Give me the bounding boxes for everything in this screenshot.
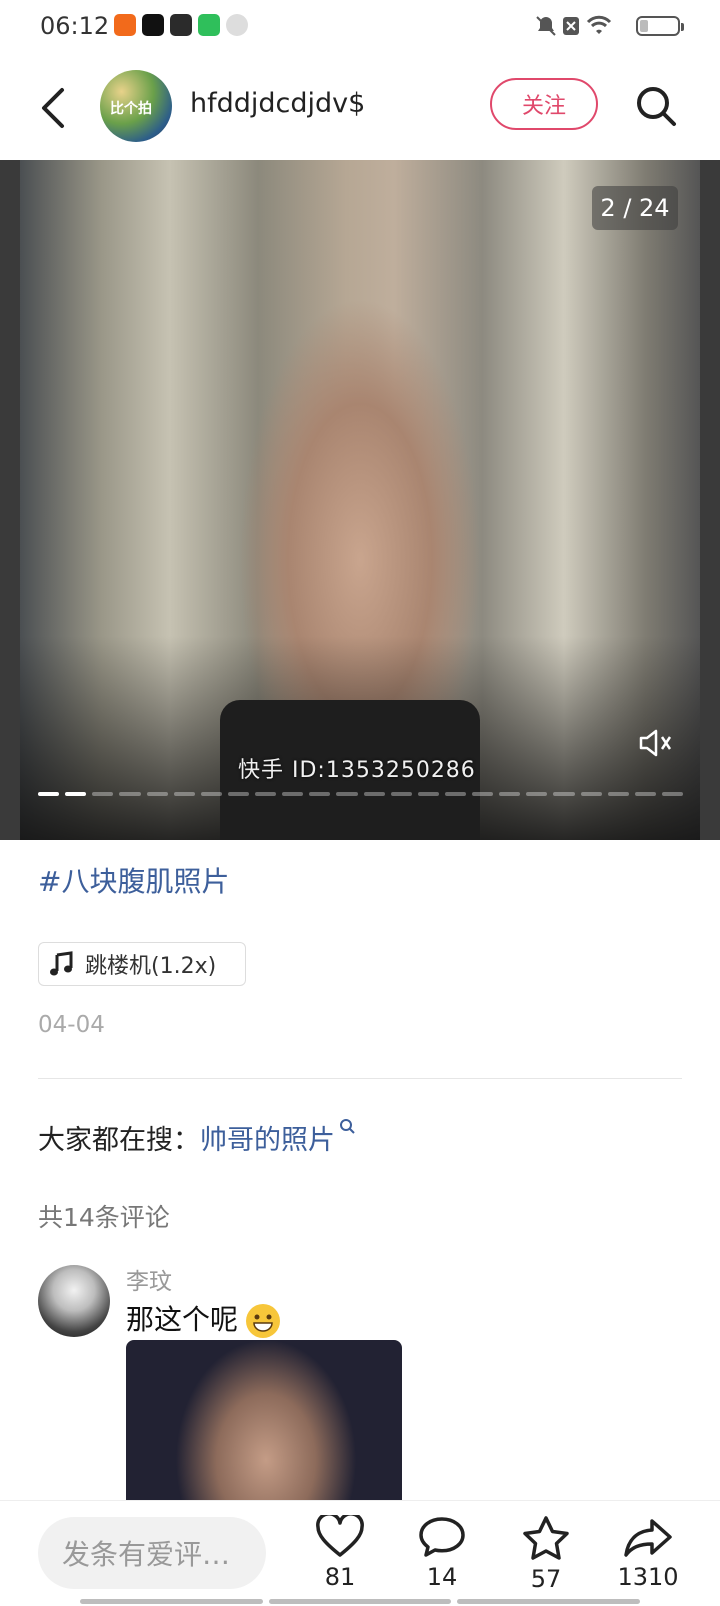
post-date: 04-04 (38, 1012, 105, 1038)
speaker-icon[interactable] (638, 728, 672, 758)
battery-icon (636, 16, 684, 36)
avatar-text: 比个拍 (110, 101, 152, 117)
favorite-count: 57 (530, 1565, 562, 1593)
share-count: 1310 (617, 1563, 679, 1591)
carousel-segment (634, 792, 656, 796)
carousel-progress (38, 792, 683, 798)
photo-counter: 2 / 24 (592, 186, 678, 230)
status-bar: 06:12 (0, 0, 720, 56)
post-header: 比个拍 hfddjdcdjdv$ 关注 (0, 56, 720, 160)
carousel-segment (390, 792, 412, 796)
carousel-segment (282, 792, 304, 796)
heart-icon (316, 1515, 364, 1557)
carousel-segment (417, 792, 439, 796)
music-tag[interactable]: 跳楼机(1.2x) (38, 942, 246, 986)
link-icon (226, 14, 248, 36)
author-username[interactable]: hfddjdcdjdv$ (190, 88, 365, 119)
search-icon[interactable] (634, 84, 678, 128)
mute-bell-icon (536, 16, 556, 36)
carousel-segment (146, 792, 168, 796)
carousel-segment (499, 792, 521, 796)
photo-watermark: 快手 ID:1353250286 (238, 758, 476, 783)
carousel-segment (472, 792, 494, 796)
comment-text-content: 那这个呢 (126, 1303, 239, 1336)
carousel-segment (119, 792, 141, 796)
carousel-segment (553, 792, 575, 796)
sim-icon (563, 17, 579, 35)
comment-text: 那这个呢 (126, 1298, 281, 1338)
music-note-icon (50, 951, 73, 976)
douyin-icon (142, 14, 164, 36)
carousel-segment (309, 792, 331, 796)
gallery-icon (170, 14, 192, 36)
carousel-segment (65, 792, 87, 796)
carousel-segment (38, 792, 60, 796)
hashtag-link[interactable]: #八块腹肌照片 (38, 860, 229, 900)
favorite-button[interactable]: 57 (506, 1515, 586, 1601)
share-button[interactable]: 1310 (608, 1515, 688, 1601)
divider (38, 1078, 682, 1079)
comments-count: 共14条评论 (38, 1203, 170, 1232)
iqiyi-icon (198, 14, 220, 36)
photo-carousel[interactable]: 2 / 24 快手 ID:1353250286 (0, 160, 720, 840)
carousel-segment (661, 792, 683, 796)
search-small-icon (340, 1119, 355, 1134)
back-arrow-icon[interactable] (36, 84, 76, 132)
trending-search: 大家都在搜：帅哥的照片 (38, 1118, 355, 1157)
carousel-segment (227, 792, 249, 796)
grin-emoji-icon (246, 1304, 281, 1338)
carousel-segment (200, 792, 222, 796)
carousel-segment (444, 792, 466, 796)
trending-search-prefix: 大家都在搜： (38, 1125, 200, 1156)
star-icon (523, 1516, 569, 1560)
comment-bubble-icon (419, 1517, 465, 1557)
comment-input[interactable]: 发条有爱评… (38, 1517, 266, 1589)
trending-search-keyword[interactable]: 帅哥的照片 (200, 1125, 335, 1156)
carousel-segment (336, 792, 358, 796)
comment-count: 14 (426, 1563, 458, 1591)
status-time: 06:12 (40, 12, 110, 40)
share-arrow-icon (624, 1519, 672, 1557)
like-button[interactable]: 81 (300, 1515, 380, 1601)
kuaishou-icon (114, 14, 136, 36)
commenter-name[interactable]: 李玟 (126, 1262, 172, 1296)
carousel-segment (92, 792, 114, 796)
carousel-segment (526, 792, 548, 796)
music-title: 跳楼机(1.2x) (85, 954, 217, 979)
follow-button[interactable]: 关注 (490, 78, 598, 130)
carousel-segment (173, 792, 195, 796)
comment-image[interactable] (126, 1340, 402, 1500)
wifi-icon (586, 15, 612, 34)
comment-button[interactable]: 14 (402, 1515, 482, 1601)
carousel-segment (255, 792, 277, 796)
carousel-segment (607, 792, 629, 796)
bottom-action-bar: 发条有爱评… 81 14 57 1310 (0, 1500, 720, 1606)
gesture-bar (80, 1599, 641, 1604)
carousel-segment (580, 792, 602, 796)
author-avatar[interactable]: 比个拍 (100, 70, 172, 142)
carousel-segment (363, 792, 385, 796)
commenter-avatar[interactable] (38, 1265, 110, 1337)
like-count: 81 (324, 1563, 356, 1591)
